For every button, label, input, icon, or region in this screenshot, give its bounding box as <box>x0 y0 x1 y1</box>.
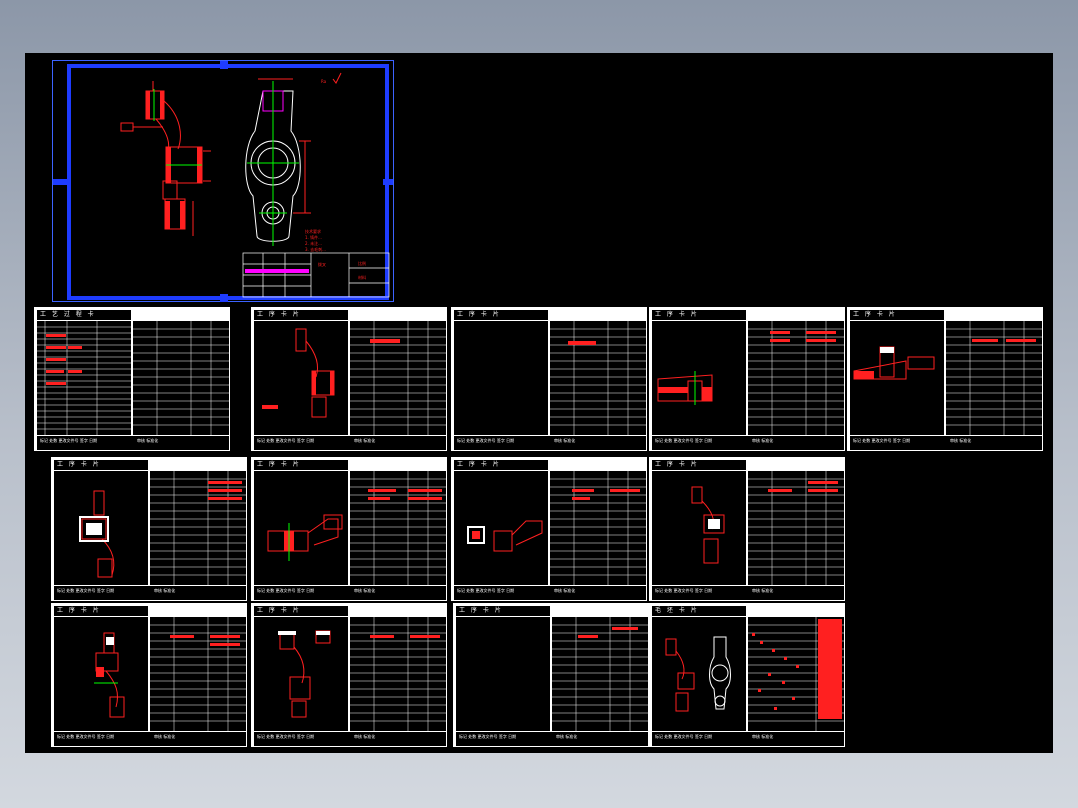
card-footer-right: 审核 标准化 <box>154 588 176 593</box>
card-table-right <box>550 321 646 435</box>
part-drawing-sheet[interactable]: Ra 技术要求 1. 铸件... 2. 未注... 3. 去毛刺... 拨叉 比… <box>52 60 394 302</box>
card-footer-right: 审核 标准化 <box>556 734 578 739</box>
card-footer-right: 审核 标准化 <box>950 438 972 443</box>
card-caption: 工 序 卡 片 <box>57 607 101 614</box>
card-footer-left: 标记 处数 更改文件号 签字 日期 <box>457 588 515 593</box>
note-line-1: 1. 铸件... <box>305 234 322 240</box>
operation-sketch <box>79 490 115 578</box>
card-footer-left: 标记 处数 更改文件号 签字 日期 <box>257 438 315 443</box>
card-table-right <box>552 617 648 731</box>
card-footer-left: 标记 处数 更改文件号 签字 日期 <box>40 438 98 443</box>
card-footer-left: 标记 处数 更改文件号 签字 日期 <box>57 734 115 739</box>
card-footer-left: 标记 处数 更改文件号 签字 日期 <box>655 588 713 593</box>
card-table-right <box>748 321 844 435</box>
card-caption: 工 序 卡 片 <box>457 461 501 468</box>
card-footer-left: 标记 处数 更改文件号 签字 日期 <box>257 734 315 739</box>
card-table-right <box>946 321 1042 435</box>
operation-sketch <box>691 486 725 564</box>
process-card-12[interactable]: 工 序 卡 片 标记 处数 更改文件号 签字 日期 审核 标准化 <box>453 603 649 747</box>
operation-sketch <box>467 520 543 552</box>
blank-card[interactable]: 毛 坯 卡 片 标记 处数 更改文件号 签字 日期 审核 标准化 <box>649 603 845 747</box>
card-footer-left: 标记 处数 更改文件号 签字 日期 <box>57 588 115 593</box>
card-footer-right: 审核 标准化 <box>354 734 376 739</box>
card-table-right <box>350 617 446 731</box>
note-line-3: 3. 去毛刺... <box>305 246 326 252</box>
card-caption: 工 序 卡 片 <box>257 311 301 318</box>
process-card-6[interactable]: 工 序 卡 片 标记 处数 更改文件号 签字 日期 审核 标准化 <box>51 457 247 601</box>
process-card-3[interactable]: 工 序 卡 片 标记 处数 更改文件号 签字 日期 审核 标准化 <box>451 307 647 451</box>
process-card-2[interactable]: 工 序 卡 片 标记 处数 更改文件号 签字 日期 审核 标准化 <box>251 307 447 451</box>
card-caption: 工 序 卡 片 <box>655 311 699 318</box>
card-table-right <box>550 471 646 585</box>
operation-sketch <box>94 632 125 718</box>
card-caption: 工 艺 过 程 卡 <box>40 311 96 318</box>
card-footer-right: 审核 标准化 <box>554 438 576 443</box>
process-card-11[interactable]: 工 序 卡 片 标记 处数 更改文件号 签字 日期 审核 标准化 <box>251 603 447 747</box>
title-block-part-name: 拨叉 <box>318 261 326 267</box>
blank-sketch <box>665 636 731 712</box>
card-footer-right: 审核 标准化 <box>752 734 774 739</box>
card-table-right <box>748 471 844 585</box>
title-block-scale: 比例 <box>358 260 366 266</box>
card-table-left <box>37 321 131 435</box>
card-caption: 工 序 卡 片 <box>655 461 699 468</box>
card-footer-left: 标记 处数 更改文件号 签字 日期 <box>655 438 713 443</box>
card-footer-right: 审核 标准化 <box>137 438 159 443</box>
card-footer-right: 审核 标准化 <box>752 588 774 593</box>
card-footer-right: 审核 标准化 <box>752 438 774 443</box>
note-line-2: 2. 未注... <box>305 240 322 246</box>
card-caption: 工 序 卡 片 <box>457 311 501 318</box>
card-table-right <box>350 471 446 585</box>
card-footer-left: 标记 处数 更改文件号 签字 日期 <box>655 734 713 739</box>
card-caption: 工 序 卡 片 <box>853 311 897 318</box>
card-table-right <box>150 471 246 585</box>
title-block-material: 材料 <box>358 274 366 280</box>
card-caption: 工 序 卡 片 <box>257 607 301 614</box>
operation-sketch <box>278 630 331 718</box>
process-card-9[interactable]: 工 序 卡 片 标记 处数 更改文件号 签字 日期 审核 标准化 <box>649 457 845 601</box>
card-caption: 毛 坯 卡 片 <box>655 607 699 614</box>
card-caption: 工 序 卡 片 <box>257 461 301 468</box>
tech-requirement-label: 技术要求 <box>305 228 321 234</box>
card-footer-left: 标记 处数 更改文件号 签字 日期 <box>853 438 911 443</box>
card-caption: 工 序 卡 片 <box>459 607 503 614</box>
process-card-5[interactable]: 工 序 卡 片 标记 处数 更改文件号 签字 日期 审核 标准化 <box>847 307 1043 451</box>
operation-sketch <box>657 371 713 405</box>
card-caption: 工 序 卡 片 <box>57 461 101 468</box>
process-card-10[interactable]: 工 序 卡 片 标记 处数 更改文件号 签字 日期 审核 标准化 <box>51 603 247 747</box>
operation-sketch <box>853 346 935 380</box>
part-drawing: Ra 技术要求 1. 铸件... 2. 未注... 3. 去毛刺... 拨叉 比… <box>53 61 393 302</box>
card-footer-left: 标记 处数 更改文件号 签字 日期 <box>457 438 515 443</box>
process-card-4[interactable]: 工 序 卡 片 标记 处数 更改文件号 签字 日期 审核 标准化 <box>649 307 845 451</box>
card-table-right <box>150 617 246 731</box>
card-footer-right: 审核 标准化 <box>154 734 176 739</box>
process-card-7[interactable]: 工 序 卡 片 标记 处数 更改文件号 签字 日期 审核 标准化 <box>251 457 447 601</box>
card-table-right <box>133 321 229 435</box>
card-footer-left: 标记 处数 更改文件号 签字 日期 <box>257 588 315 593</box>
card-footer-left: 标记 处数 更改文件号 签字 日期 <box>459 734 517 739</box>
process-card-1[interactable]: 工 艺 过 程 卡 标记 处数 更改文件号 签字 日期 审核 标准化 <box>34 307 230 451</box>
operation-sketch <box>267 514 343 561</box>
card-footer-right: 审核 标准化 <box>554 588 576 593</box>
roughness-mark: Ra <box>321 79 327 84</box>
card-table-right <box>748 617 844 731</box>
card-table-right <box>350 321 446 435</box>
card-footer-right: 审核 标准化 <box>354 588 376 593</box>
process-card-8[interactable]: 工 序 卡 片 标记 处数 更改文件号 签字 日期 审核 标准化 <box>451 457 647 601</box>
operation-sketch <box>262 328 335 418</box>
card-footer-right: 审核 标准化 <box>354 438 376 443</box>
